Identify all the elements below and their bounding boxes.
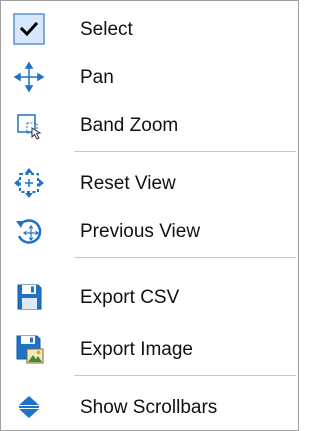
menu-item-label: Reset View [80, 173, 176, 194]
menu-separator [74, 151, 296, 152]
context-menu: Select Pan Band Zoom Reset View Previous… [0, 0, 299, 431]
menu-item-label: Pan [80, 67, 114, 88]
scrollbar-arrows-icon [13, 391, 45, 423]
menu-item-export-image[interactable]: Export Image [1, 329, 298, 369]
menu-item-show-scrollbars[interactable]: Show Scrollbars [1, 387, 298, 427]
menu-item-label: Show Scrollbars [80, 397, 218, 418]
menu-item-pan[interactable]: Pan [1, 57, 298, 97]
pan-arrows-icon [13, 61, 45, 93]
checkmark-icon [13, 13, 45, 45]
menu-item-label: Band Zoom [80, 115, 179, 136]
menu-item-previous-view[interactable]: Previous View [1, 211, 298, 251]
menu-separator [74, 375, 296, 376]
floppy-disk-icon [13, 281, 45, 313]
menu-item-reset-view[interactable]: Reset View [1, 163, 298, 203]
menu-item-label: Export CSV [80, 287, 180, 308]
menu-separator [74, 257, 296, 258]
band-zoom-icon [13, 109, 45, 141]
reset-view-icon [13, 167, 45, 199]
menu-item-label: Previous View [80, 221, 201, 242]
menu-item-select[interactable]: Select [1, 9, 298, 49]
menu-item-band-zoom[interactable]: Band Zoom [1, 105, 298, 145]
floppy-image-icon [13, 333, 45, 365]
menu-item-label: Export Image [80, 339, 193, 360]
menu-item-export-csv[interactable]: Export CSV [1, 277, 298, 317]
previous-view-icon [13, 215, 45, 247]
menu-item-label: Select [80, 19, 133, 40]
